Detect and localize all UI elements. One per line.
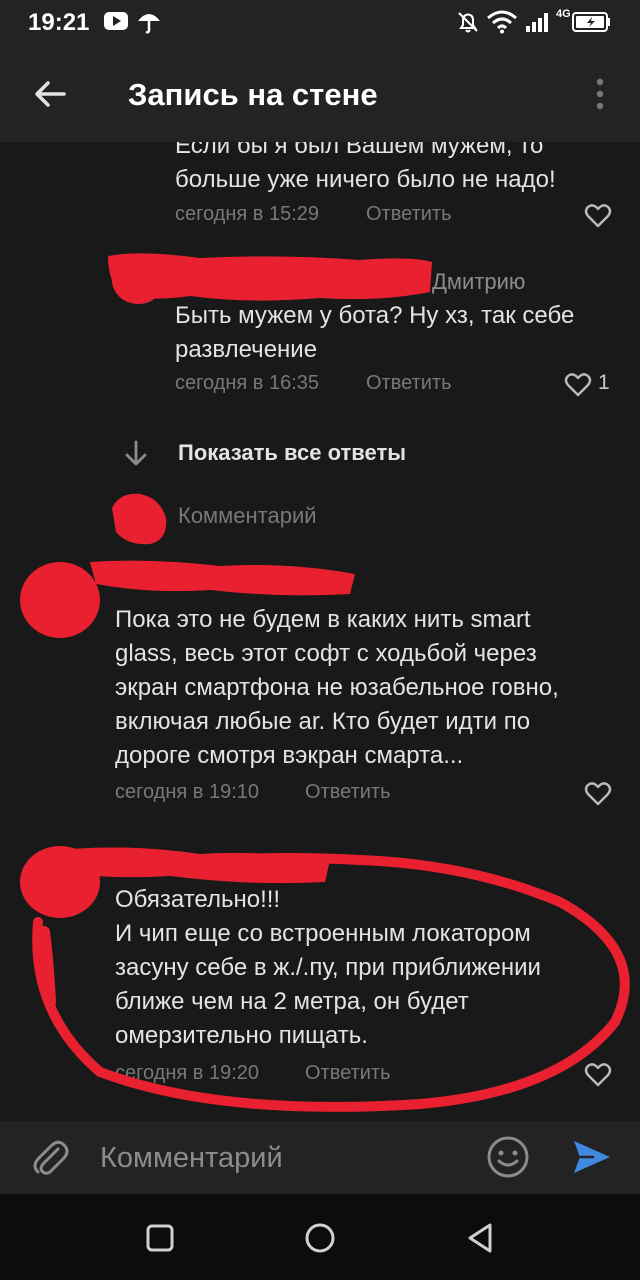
emoji-icon[interactable] bbox=[486, 1135, 530, 1179]
system-navigation-bar bbox=[0, 1194, 640, 1280]
like-count: 1 bbox=[598, 371, 610, 394]
reply-button[interactable]: Ответить bbox=[366, 372, 452, 395]
network-type: 4G bbox=[556, 8, 571, 20]
comment-time: сегодня в 15:29 bbox=[175, 203, 319, 225]
show-all-replies-button[interactable]: Показать все ответы bbox=[120, 437, 460, 473]
more-vertical-icon[interactable] bbox=[588, 74, 612, 114]
comment-composer bbox=[0, 1122, 640, 1194]
page-title: Запись на стене bbox=[128, 77, 378, 112]
cellular-signal-icon bbox=[526, 13, 548, 32]
avatar[interactable] bbox=[26, 570, 88, 632]
heart-icon[interactable] bbox=[564, 371, 592, 397]
comment-text: Если бы я был Вашем мужем, то больше уже… bbox=[175, 142, 556, 193]
avatar[interactable] bbox=[118, 260, 162, 304]
comment-text: Обязательно!!! И чип еще со встроенным л… bbox=[115, 886, 541, 1049]
comment-time: сегодня в 19:10 bbox=[115, 781, 259, 803]
nav-square-icon[interactable] bbox=[138, 1216, 182, 1260]
nav-circle-icon[interactable] bbox=[298, 1216, 342, 1260]
heart-icon[interactable] bbox=[584, 202, 612, 228]
comment-text: Быть мужем у бота? Ну хз, так себе развл… bbox=[175, 302, 575, 363]
thread-reply-field[interactable]: Комментарий bbox=[178, 503, 317, 529]
paperclip-icon[interactable] bbox=[30, 1135, 70, 1179]
app-header: Запись на стене bbox=[0, 44, 640, 142]
arrow-down-icon bbox=[125, 440, 147, 466]
heart-icon[interactable] bbox=[584, 1061, 612, 1087]
avatar[interactable] bbox=[26, 854, 88, 916]
status-time: 19:21 bbox=[28, 9, 90, 36]
heart-icon[interactable] bbox=[584, 780, 612, 806]
comment-time: сегодня в 16:35 bbox=[175, 372, 319, 394]
reply-button[interactable]: Ответить bbox=[305, 781, 391, 804]
show-all-replies-label: Показать все ответы bbox=[178, 440, 407, 465]
bell-off-icon bbox=[458, 12, 478, 33]
battery-icon bbox=[572, 12, 610, 32]
my-avatar bbox=[116, 494, 158, 536]
reply-button[interactable]: Ответить bbox=[305, 1062, 391, 1085]
reply-to-name[interactable]: Дмитрию bbox=[432, 269, 525, 295]
back-arrow-icon[interactable] bbox=[28, 72, 72, 116]
comment-time: сегодня в 19:20 bbox=[115, 1062, 259, 1084]
umbrella-icon bbox=[138, 14, 160, 34]
reply-button[interactable]: Ответить bbox=[366, 203, 452, 226]
status-bar: 19:21 4G bbox=[0, 0, 640, 44]
nav-back-icon[interactable] bbox=[458, 1216, 502, 1260]
comments-list: Если бы я был Вашем мужем, то больше уже… bbox=[0, 142, 640, 1122]
send-icon[interactable] bbox=[570, 1135, 614, 1179]
comment-input[interactable] bbox=[100, 1135, 460, 1181]
comment-text: Пока это не будем в каких нить smart gla… bbox=[115, 606, 559, 769]
wifi-icon bbox=[487, 10, 517, 34]
youtube-notification-icon bbox=[104, 12, 128, 30]
